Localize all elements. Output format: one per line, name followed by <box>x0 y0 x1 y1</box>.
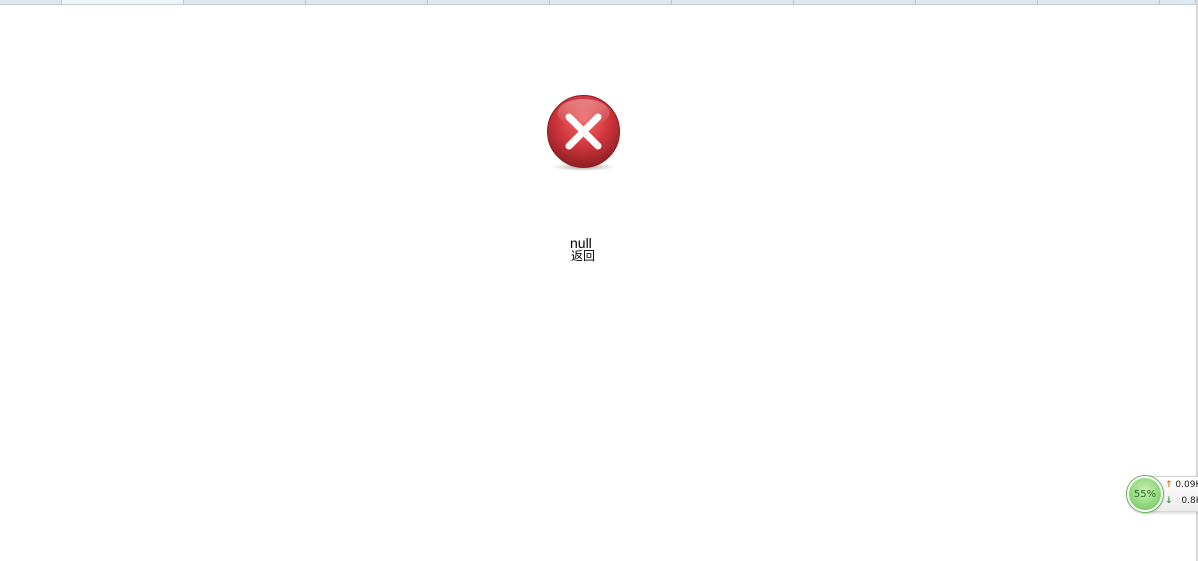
upload-speed-row: ↑ 0.09K <box>1165 480 1198 490</box>
tab[interactable] <box>428 0 550 4</box>
tab[interactable] <box>1160 0 1196 4</box>
tab[interactable] <box>0 0 62 4</box>
download-speed: 0.8K <box>1181 496 1198 506</box>
tab[interactable] <box>916 0 1038 4</box>
tab[interactable] <box>794 0 916 4</box>
tab[interactable] <box>672 0 794 4</box>
error-x-circle-icon <box>547 95 620 173</box>
tab[interactable] <box>306 0 428 4</box>
usage-percent: 55% <box>1133 488 1157 500</box>
tab[interactable] <box>184 0 306 4</box>
tab[interactable] <box>550 0 672 4</box>
back-link[interactable]: 返回 <box>571 249 595 263</box>
upload-arrow-icon: ↑ <box>1165 480 1173 490</box>
tab-active[interactable] <box>62 0 184 4</box>
tab[interactable] <box>1038 0 1160 4</box>
download-speed-row: ↓ 0.8K <box>1165 496 1198 506</box>
download-arrow-icon: ↓ <box>1165 496 1173 506</box>
usage-gauge[interactable]: 55% <box>1127 476 1163 512</box>
upload-speed: 0.09K <box>1175 480 1198 490</box>
browser-tab-strip <box>0 0 1198 5</box>
network-monitor-widget[interactable]: 55% ↑ 0.09K ↓ 0.8K <box>1125 474 1198 512</box>
